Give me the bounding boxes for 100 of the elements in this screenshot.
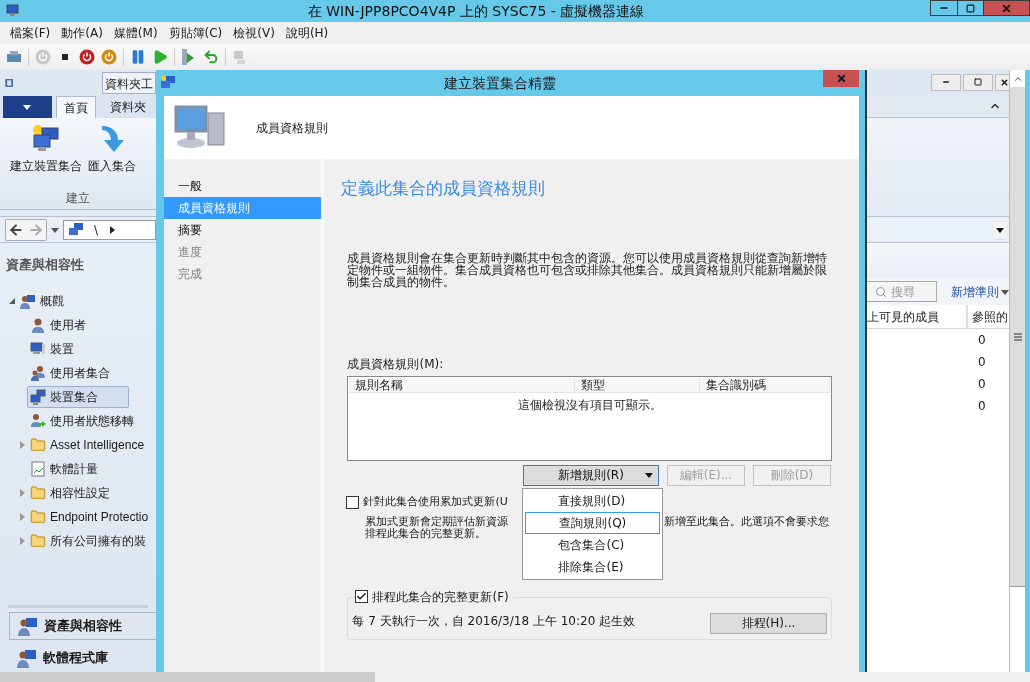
menu-item[interactable]: 檔案(F) [6,24,55,42]
ribbon-tab[interactable]: 資料夾 [100,96,157,118]
folder-icon [30,484,46,501]
computers-icon [30,388,46,405]
workspace-button[interactable]: 資產與相容性 [9,612,157,640]
pause-icon[interactable] [130,49,146,65]
ribbon-tab[interactable]: 首頁 [55,96,97,118]
column-header[interactable]: 上可見的成員 [867,305,968,328]
person-computer-icon [20,292,36,309]
wizard-step: 成員資格規則 [164,197,322,219]
column-header[interactable]: 集合識別碼 [700,377,830,392]
tree-item[interactable]: 裝置集合 [27,385,129,408]
scrollbar-thumb[interactable] [0,672,375,682]
caret-icon[interactable] [51,225,59,234]
tree-item[interactable]: 相容性設定 [30,481,140,504]
folder-icon [30,532,46,549]
person-icon [30,316,46,333]
tab-label[interactable]: 資料夾工 [102,71,157,94]
schedule-summary: 每 7 天執行一次，自 2016/3/18 上午 10:20 起生效 [352,612,636,630]
menu-item[interactable]: 動作(A) [57,24,107,42]
person-computer-icon [18,616,38,636]
caret-icon[interactable] [996,225,1004,234]
people-icon [30,364,46,381]
menu-item[interactable]: 包含集合(C) [523,534,663,556]
wizard-step: 進度 [164,241,322,263]
close-icon [1000,77,1009,87]
dialog-title: 建立裝置集合精靈 [442,73,557,93]
menu-item[interactable]: 檢視(V) [229,24,279,42]
menu-item[interactable]: 查詢規則(Q) [525,512,661,534]
tree-item[interactable]: 使用者狀態移轉 [30,409,157,432]
schedule-button[interactable]: 排程(H)... [710,612,827,634]
caret-icon[interactable] [23,103,32,111]
play-icon[interactable] [152,49,168,65]
person-arrow-icon [30,412,46,429]
close-icon [835,73,847,84]
menu-item[interactable]: 媒體(M) [109,24,162,42]
tree-item[interactable]: 使用者 [30,313,116,336]
wizard-step: 完成 [164,263,322,285]
tree-item[interactable]: 裝置 [30,337,104,360]
tree-item[interactable]: 使用者集合 [30,361,140,384]
menu-item[interactable]: 剪貼簿(C) [164,24,227,42]
computers-icon [68,222,84,237]
tree-item[interactable]: 軟體計量 [30,457,128,480]
horizontal-scrollbar[interactable] [0,672,1030,682]
person-computer-icon [17,648,37,668]
tree-item[interactable]: Endpoint Protectio [30,505,157,528]
menu-item[interactable]: 排除集合(E) [523,556,663,578]
computers-icon [30,124,62,154]
grip-icon [1013,332,1022,341]
vertical-scrollbar[interactable] [1009,70,1025,672]
workspace-button[interactable]: 軟體程式庫 [9,644,157,672]
checkbox[interactable] [346,496,360,509]
undo-icon[interactable] [203,49,219,65]
dropdown-button[interactable] [993,221,1007,238]
tree-item[interactable]: Asset Intelligence [30,433,157,456]
column-header[interactable]: 類型 [575,377,701,392]
checkbox-label[interactable]: 針對此集合使用累加式更新(U [363,494,508,511]
page-heading: 定義此集合的成員資格規則 [341,177,547,200]
table-cell-text: 0 [978,332,986,349]
computer-icon [6,3,22,19]
caret-icon[interactable] [645,471,653,479]
group-label: 建立 [66,190,91,207]
power-icon[interactable] [79,49,95,65]
tree-item[interactable]: 概觀 [0,288,157,313]
folder-icon [30,436,46,453]
caret-icon[interactable] [108,225,117,234]
section-title: 資產與相容性 [6,256,85,274]
maximize-icon [966,3,975,13]
tree-item[interactable]: 所有公司擁有的裝 [30,529,157,552]
wizard-step: 摘要 [164,219,322,241]
ribbon-button[interactable]: 匯入集合 [88,124,136,175]
report-icon [30,460,46,477]
description-text: 新增至此集合。此選項不會要求您 [664,515,830,528]
window-title: 在 WIN-JPP8PCO4V4P 上的 SYSC75 - 虛擬機器連線 [306,1,646,21]
minimize-icon [942,78,950,86]
close-icon [1001,2,1012,14]
table-cell-text: 0 [978,376,986,393]
computers-icon [160,75,177,91]
minimize-button[interactable] [931,73,961,91]
computer-icon [30,340,46,357]
table-cell-text: 0 [978,398,986,415]
menu-item[interactable]: 直接規則(D) [523,490,663,512]
address-bar[interactable]: \ [63,219,157,240]
close-button[interactable] [995,73,1009,91]
wizard-step: 一般 [164,175,322,197]
description-text: 成員資格規則會在集合更新時判斷其中包含的資源。您可以使用成員資格規則從查詢新增特定物件或一組物件。集合成員資格也可包含或排除其他集合。成員資格規則只能新增屬於限制集合成員的物件。 [347,251,829,288]
rules-table[interactable]: 規則名稱 類型 集合識別碼 這個檢視沒有項目可顯示。 [347,375,832,461]
action-button[interactable]: 新增規則(R) [523,464,659,486]
add-criteria-link[interactable]: 新增準則 [951,282,1009,301]
checkbox[interactable] [355,590,369,603]
column-header[interactable]: 規則名稱 [349,377,576,392]
ribbon-button[interactable]: 建立裝置集合 [10,124,82,175]
empty-message: 這個檢視沒有項目可顯示。 [517,396,662,414]
expander-icon[interactable] [8,296,16,305]
check-icon [356,591,368,602]
power-icon[interactable] [101,49,117,65]
menu-item[interactable]: 說明(H) [281,24,333,42]
folder-icon [30,508,46,525]
column-header[interactable]: 參照的 [968,305,1009,328]
scrollbar-thumb[interactable] [1010,87,1025,587]
